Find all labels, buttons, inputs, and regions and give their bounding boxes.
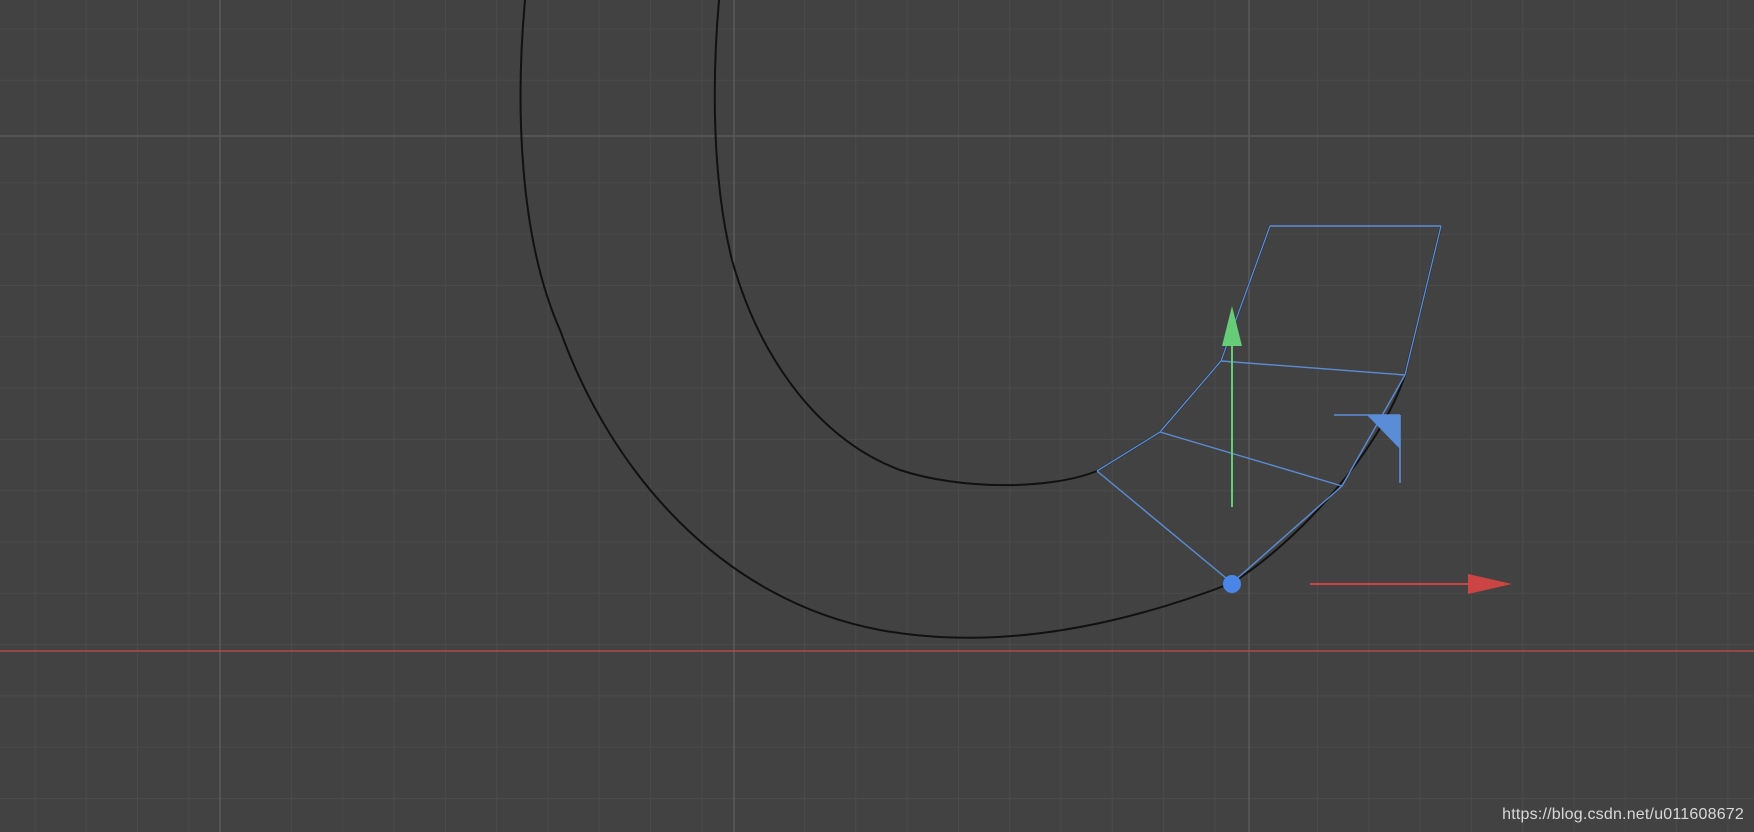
watermark-text: https://blog.csdn.net/u011608672	[1502, 806, 1744, 823]
viewport-canvas[interactable]	[0, 0, 1754, 832]
pivot-point-icon[interactable]	[1223, 575, 1241, 593]
viewport-background	[0, 0, 1754, 832]
3d-viewport[interactable]: https://blog.csdn.net/u011608672	[0, 0, 1754, 832]
